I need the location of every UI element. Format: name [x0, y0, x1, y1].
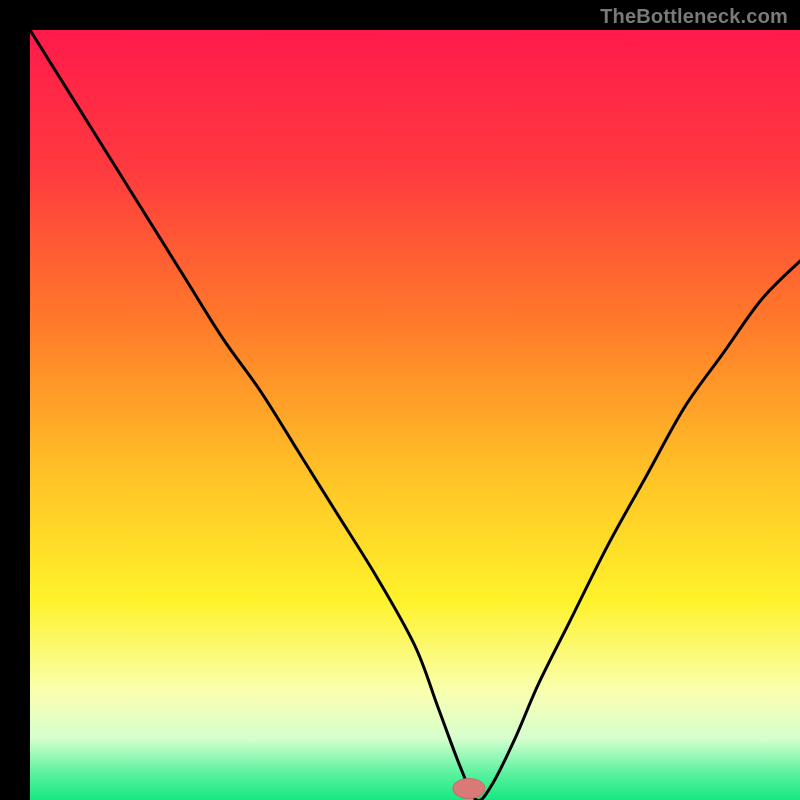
watermark-text: TheBottleneck.com: [600, 6, 788, 29]
chart-canvas: [0, 0, 800, 800]
chart-stage: { "watermark": "TheBottleneck.com", "col…: [0, 0, 800, 800]
gradient-background: [30, 30, 800, 800]
plot-area: [30, 30, 800, 800]
optimal-marker: [453, 778, 485, 798]
